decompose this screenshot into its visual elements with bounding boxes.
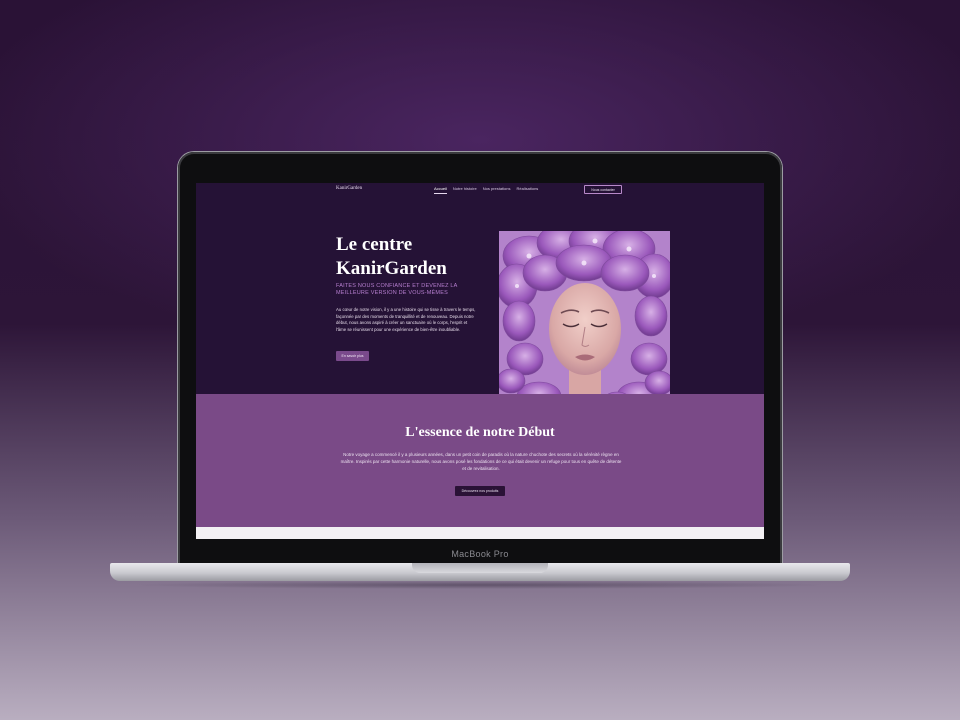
laptop-shadow <box>130 581 830 589</box>
nav-link-accueil[interactable]: Accueil <box>434 186 447 194</box>
device-model-label: MacBook Pro <box>451 549 509 559</box>
hero-title-line2: KanirGarden <box>336 258 447 279</box>
nav-link-prestations[interactable]: Nos prestations <box>483 186 511 194</box>
nav-link-histoire[interactable]: Notre histoire <box>453 186 477 194</box>
laptop-notch <box>412 563 548 573</box>
nav-links: Accueil Notre histoire Nos prestations R… <box>434 186 538 194</box>
flower-portrait-illustration <box>499 231 670 408</box>
hero-title: Le centre KanirGarden <box>336 233 486 281</box>
laptop-mockup: KanirGarden Accueil Notre histoire Nos p… <box>0 0 960 720</box>
hero-image <box>499 231 670 408</box>
hero-description: Au cœur de notre vision, il y a une hist… <box>336 307 476 332</box>
website-screen: KanirGarden Accueil Notre histoire Nos p… <box>196 183 764 539</box>
nav-link-realisations[interactable]: Réalisations <box>517 186 539 194</box>
hero-subtitle: FAITES NOUS CONFIANCE ET DEVENEZ LA MEIL… <box>336 283 458 296</box>
site-logo[interactable]: KanirGarden <box>336 186 362 191</box>
learn-more-button[interactable]: En savoir plus <box>336 351 369 361</box>
top-navigation: KanirGarden Accueil Notre histoire Nos p… <box>196 183 764 197</box>
hero-title-line1: Le centre <box>336 234 413 255</box>
essence-title: L'essence de notre Début <box>405 425 555 440</box>
contact-button[interactable]: Nous contacter <box>584 185 622 194</box>
essence-description: Notre voyage a commencé il y a plusieurs… <box>340 452 622 471</box>
discover-products-button[interactable]: Découvrez nos produits <box>455 486 505 496</box>
next-section-strip <box>196 527 764 539</box>
